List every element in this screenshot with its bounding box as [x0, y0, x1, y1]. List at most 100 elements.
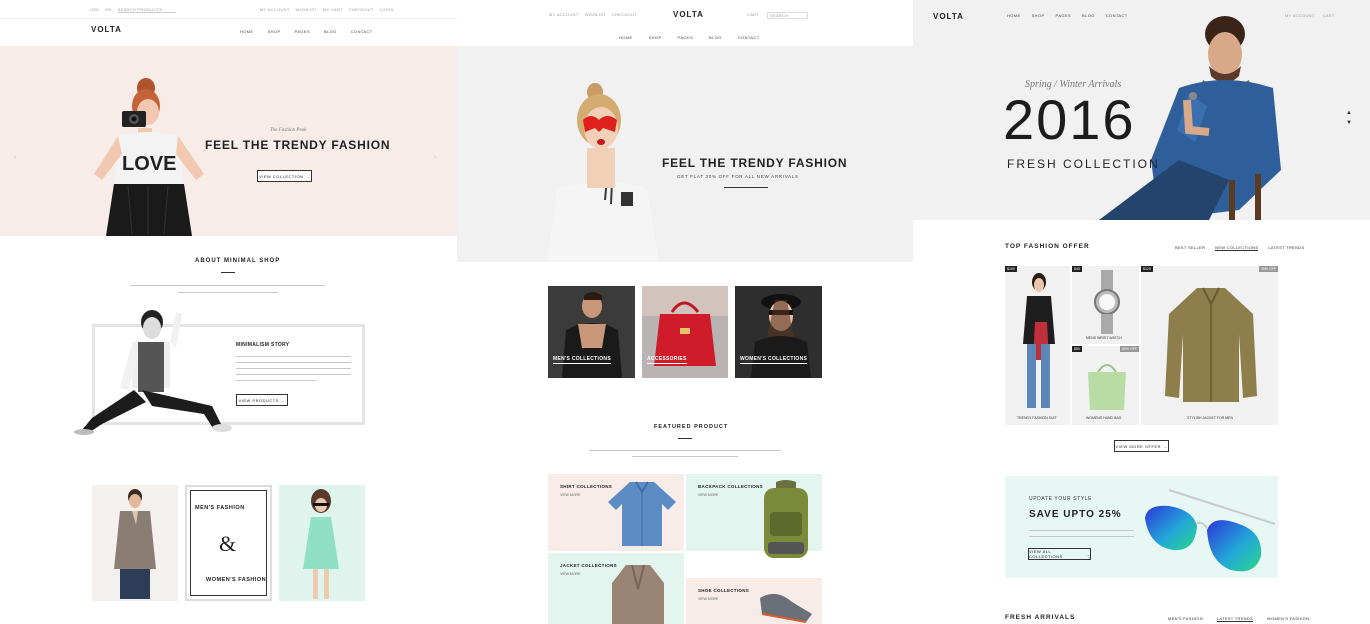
womens-collection-card[interactable]: WOMEN'S COLLECTIONS	[735, 286, 822, 378]
tab-mens-fashion[interactable]: MEN'S FASHION	[1168, 616, 1203, 622]
view-products-button[interactable]: VIEW PRODUCTS →	[236, 394, 288, 406]
link-checkout[interactable]: CHECKOUT	[612, 12, 637, 17]
topbar-left: MY ACCOUNT WISHLIST CHECKOUT	[549, 12, 637, 17]
link-my-account[interactable]: MY ACCOUNT	[260, 7, 290, 12]
hero-year: 2016	[1003, 88, 1136, 151]
nav-home[interactable]: HOME	[1007, 13, 1021, 18]
jacket-view-more-link[interactable]: VIEW MORE	[560, 572, 580, 576]
hero-subtitle: The Fashion Peak	[270, 128, 307, 133]
product-card-suit[interactable]: $100 TRENDY FASHION SUIT	[1005, 266, 1070, 425]
featured-divider	[678, 438, 692, 439]
link-wishlist[interactable]: WISHLIST	[296, 7, 317, 12]
search-input[interactable]: SEARCH	[767, 12, 808, 19]
price-tag: $45	[1072, 266, 1082, 272]
link-checkout[interactable]: CHECKOUT	[349, 7, 374, 12]
topbar-right: MY ACCOUNT WISHLIST MY CART CHECKOUT LOG…	[260, 7, 394, 12]
promo-title: SAVE UPTO 25%	[1029, 509, 1122, 520]
womens-fashion-label[interactable]: WOMEN'S FASHION	[206, 577, 266, 583]
offer-tabs: BEST SELLER NEW COLLECTIONS LATEST TREND…	[1175, 245, 1304, 251]
shoe-image	[760, 593, 812, 623]
accessories-card[interactable]: ACCESSORIES	[642, 286, 728, 378]
tab-best-seller[interactable]: BEST SELLER	[1175, 245, 1205, 251]
panel-classic-shop: MY ACCOUNT WISHLIST CHECKOUT VOLTA CART …	[457, 0, 913, 624]
site-logo[interactable]: VOLTA	[933, 12, 964, 21]
suit-image	[1023, 273, 1055, 408]
about-text-line	[178, 292, 278, 293]
nav-contact[interactable]: CONTACT	[351, 29, 373, 34]
mens-collection-card[interactable]: MEN'S COLLECTIONS	[548, 286, 635, 378]
about-text-line	[130, 285, 325, 286]
backpack-view-more-link[interactable]: VIEW MORE	[698, 493, 718, 497]
view-all-collections-button[interactable]: VIEW ALL COLLECTIONS →	[1028, 548, 1091, 560]
mens-collection-image	[562, 292, 622, 378]
product-name[interactable]: WOMENS HAND BAG	[1086, 416, 1121, 420]
site-logo[interactable]: VOLTA	[673, 10, 704, 19]
nav-home[interactable]: HOME	[240, 29, 254, 34]
tab-latest-trends[interactable]: LATEST TRENDS	[1268, 245, 1304, 251]
link-cart[interactable]: CART	[1323, 13, 1335, 18]
mens-model-illustration	[114, 489, 156, 599]
link-my-account[interactable]: MY ACCOUNT	[1285, 13, 1315, 18]
tab-womens-fashion[interactable]: WOMEN'S FASHION	[1267, 616, 1309, 622]
main-nav: HOME SHOP PAGES BLOG CONTACT	[240, 29, 373, 34]
handbag-image	[1088, 364, 1126, 410]
shoe-collection-tile[interactable]: SHOE COLLECTIONS VIEW MORE	[686, 578, 822, 624]
price-tag: $50	[1072, 346, 1082, 352]
featured-text-line	[632, 456, 738, 457]
product-name[interactable]: MENS WRIST WATCH	[1086, 336, 1122, 340]
slider-next-icon[interactable]: ›	[434, 152, 437, 161]
nav-pages[interactable]: PAGES	[678, 35, 694, 40]
nav-blog[interactable]: BLOG	[709, 35, 722, 40]
shirt-view-more-link[interactable]: VIEW MORE	[560, 493, 580, 497]
view-collection-label: VIEW COLLECTION	[259, 173, 304, 179]
slider-prev-icon[interactable]: ‹	[14, 152, 17, 161]
top-search-input[interactable]: SEARCH PRODUCTS...	[117, 7, 176, 13]
tab-latest-trends[interactable]: LATEST TRENDS	[1216, 616, 1254, 622]
tab-new-collections[interactable]: NEW COLLECTIONS	[1215, 245, 1259, 251]
product-card-bag[interactable]: $50 50% OFF WOMENS HAND BAG	[1072, 346, 1139, 425]
womens-collection-label: WOMEN'S COLLECTIONS	[740, 356, 808, 364]
story-model-image	[74, 310, 232, 435]
nav-blog[interactable]: BLOG	[324, 29, 337, 34]
chevron-up-icon[interactable]: ▲	[1346, 110, 1352, 116]
site-logo[interactable]: VOLTA	[91, 25, 122, 34]
nav-shop[interactable]: SHOP	[649, 35, 662, 40]
nav-pages[interactable]: PAGES	[295, 29, 311, 34]
currency-select[interactable]: USD	[90, 7, 99, 13]
link-my-account[interactable]: MY ACCOUNT	[549, 12, 579, 17]
link-wishlist[interactable]: WISHLIST	[585, 12, 606, 17]
shirt-collection-tile[interactable]: SHIRT COLLECTIONS VIEW MORE	[548, 474, 684, 551]
nav-home[interactable]: HOME	[619, 35, 633, 40]
jacket-image	[612, 564, 664, 624]
language-select[interactable]: EN	[105, 7, 111, 13]
discount-badge: 50% OFF	[1120, 346, 1139, 352]
story-title: MINIMALISM STORY	[236, 342, 290, 348]
link-cart[interactable]: CART	[747, 12, 759, 19]
product-name[interactable]: TRENDY FASHION SUIT	[1017, 416, 1057, 420]
panel-minimal-shop: USD EN SEARCH PRODUCTS... MY ACCOUNT WIS…	[0, 0, 457, 624]
accessories-label: ACCESSORIES	[647, 356, 687, 364]
product-card-jacket[interactable]: $120 25% OFF STYLISH JACKET FOR MEN	[1141, 266, 1278, 425]
arrivals-title: FRESH ARRIVALS	[1005, 614, 1076, 621]
mens-fashion-label[interactable]: MEN'S FASHION	[195, 505, 245, 511]
accessories-image	[642, 286, 728, 366]
arrow-right-icon: →	[305, 173, 310, 179]
discount-badge: 25% OFF	[1259, 266, 1278, 272]
link-login[interactable]: LOGIN	[380, 7, 394, 12]
shoe-view-more-link[interactable]: VIEW MORE	[698, 597, 718, 601]
womens-fashion-image[interactable]	[279, 485, 365, 601]
mens-fashion-image[interactable]	[92, 485, 178, 601]
nav-shop[interactable]: SHOP	[1032, 13, 1045, 18]
link-my-cart[interactable]: MY CART	[323, 7, 343, 12]
view-more-offer-button[interactable]: VIEW MORE OFFER →	[1114, 440, 1169, 452]
about-divider	[221, 272, 235, 273]
product-card-watch[interactable]: $45 MENS WRIST WATCH	[1072, 266, 1139, 344]
chevron-down-icon[interactable]: ▼	[1346, 120, 1352, 126]
nav-contact[interactable]: CONTACT	[738, 35, 760, 40]
product-name[interactable]: STYLISH JACKET FOR MEN	[1187, 416, 1233, 420]
view-collection-button[interactable]: VIEW COLLECTION →	[257, 170, 312, 182]
nav-shop[interactable]: SHOP	[268, 29, 281, 34]
womens-model-illustration	[303, 489, 339, 599]
backpack-collection-tile[interactable]: BACKPACK COLLECTIONS VIEW MORE	[686, 474, 822, 558]
jacket-collection-tile[interactable]: JACKET COLLECTIONS VIEW MORE	[548, 553, 684, 624]
